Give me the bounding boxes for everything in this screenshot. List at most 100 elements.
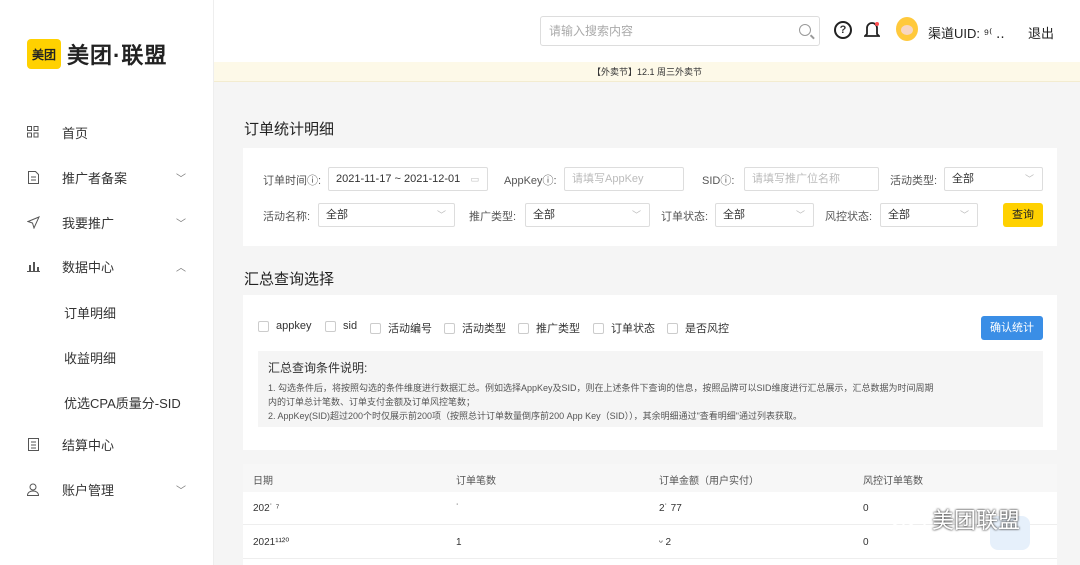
column-header-date: 日期: [253, 476, 273, 487]
checkbox-box[interactable]: [258, 320, 269, 332]
checkbox-appkey[interactable]: appkey: [258, 320, 311, 332]
checkbox-sid[interactable]: sid: [325, 320, 357, 332]
activity-type-value: 全部: [952, 173, 974, 185]
top-header: ? 渠道UID: ⁹⁽ ‥ 退出: [214, 0, 1080, 62]
help-icon[interactable]: ?: [834, 21, 852, 39]
promo-type-value: 全部: [533, 209, 555, 221]
checkbox-box[interactable]: [444, 322, 455, 334]
description-line: 1. 勾选条件后，将按照勾选的条件维度进行数据汇总。例如选择AppKey及SID…: [268, 383, 934, 393]
calendar-icon: ▭: [470, 174, 479, 184]
chevron-down-icon: ﹀: [795, 210, 805, 220]
table-cell: 2˙ 77: [659, 503, 682, 514]
checkbox-label: 活动类型: [462, 323, 506, 335]
checkbox-order-status[interactable]: 订单状态: [593, 320, 655, 336]
promo-type-label: 推广类型:: [469, 211, 517, 223]
sidebar-item-label: 数据中心: [62, 259, 115, 275]
chevron-down-icon: ﹀: [631, 210, 641, 220]
column-header-order-amount: 订单金额（用户实付）: [659, 476, 759, 487]
sidebar-item-promote[interactable]: 我要推广 ﹀: [0, 202, 214, 242]
risk-status-select[interactable]: 全部 ﹀: [880, 203, 978, 227]
checkbox-box[interactable]: [370, 322, 381, 334]
summary-description: 汇总查询条件说明: 1. 勾选条件后，将按照勾选的条件维度进行数据汇总。例如选择…: [258, 351, 1043, 427]
checkbox-box[interactable]: [518, 322, 529, 334]
description-line: 2. AppKey(SID)超过200个时仅展示前200项（按照总计订单数量倒序…: [268, 411, 802, 421]
sidebar: 美团 美团·联盟 首页 推广者备案 ﹀ 我要推广 ﹀ 数据中心 ︿ 订单明细 收…: [0, 0, 214, 565]
risk-status-label: 风控状态:: [825, 211, 873, 223]
order-time-label: 订单时间ⓘ:: [263, 175, 322, 187]
chevron-down-icon: ﹀: [436, 210, 446, 220]
avatar[interactable]: [896, 17, 918, 41]
promo-type-select[interactable]: 全部 ﹀: [525, 203, 650, 227]
user-icon: [26, 482, 40, 496]
sidebar-item-data-center[interactable]: 数据中心 ︿: [0, 246, 214, 286]
activity-name-value: 全部: [326, 209, 348, 221]
order-status-value: 全部: [723, 209, 745, 221]
activity-name-select[interactable]: 全部 ﹀: [318, 203, 455, 227]
checkbox-label: 是否风控: [685, 323, 729, 335]
table-cell: 1: [456, 537, 462, 548]
sidebar-item-label: 账户管理: [62, 482, 115, 498]
logout-link[interactable]: 退出: [1028, 23, 1054, 42]
column-header-order-count: 订单笔数: [456, 476, 496, 487]
page-title: 订单统计明细: [244, 121, 335, 138]
appkey-label: AppKeyⓘ:: [504, 175, 557, 187]
appkey-input[interactable]: 请填写AppKey: [564, 167, 684, 191]
chevron-down-icon: ﹀: [959, 210, 969, 220]
watermark-text: 美团联盟: [932, 508, 1021, 533]
table-cell: 2021¹¹²⁰: [253, 537, 290, 548]
order-status-label: 订单状态:: [661, 211, 709, 223]
query-button[interactable]: 查询: [1003, 203, 1043, 227]
sidebar-subitem-income-detail[interactable]: 收益明细: [64, 348, 116, 367]
channel-uid: 渠道UID: ⁹⁽ ‥: [928, 26, 1005, 41]
sidebar-item-home[interactable]: 首页: [0, 112, 214, 152]
table-cell: 202˙ ⁷: [253, 503, 280, 514]
chevron-down-icon: ﹀: [176, 173, 186, 185]
column-header-risk-count: 风控订单笔数: [863, 476, 923, 487]
sidebar-item-promoter-filing[interactable]: 推广者备案 ﹀: [0, 157, 214, 197]
description-title: 汇总查询条件说明:: [268, 361, 368, 375]
checkbox-label: 推广类型: [536, 323, 580, 335]
checkbox-label: sid: [343, 320, 358, 332]
summary-card-wrap: appkey sid 活动编号 活动类型 推广类型 订单状态 是否风控 确认统计…: [243, 248, 1057, 450]
brand-logo[interactable]: 美团 美团·联盟: [27, 38, 167, 70]
chevron-down-icon: ﹀: [176, 485, 186, 497]
activity-type-select[interactable]: 全部 ﹀: [944, 167, 1043, 191]
search-input[interactable]: [541, 17, 781, 45]
sidebar-item-label: 首页: [62, 125, 89, 141]
sidebar-subitem-cpa-quality[interactable]: 优选CPA质量分-SID: [64, 393, 181, 412]
sidebar-item-settlement[interactable]: 结算中心: [0, 424, 214, 464]
chevron-up-icon: ︿: [176, 262, 186, 274]
notice-banner[interactable]: 【外卖节】12.1 周三外卖节: [214, 62, 1080, 82]
order-time-value: 2021-11-17 ~ 2021-12-01: [336, 173, 461, 185]
checkbox-activity-type[interactable]: 活动类型: [444, 320, 506, 336]
table-cell: ᵕ 2: [659, 537, 672, 548]
sid-label: SIDⓘ:: [702, 175, 735, 187]
sid-input[interactable]: 请填写推广位名称: [744, 167, 879, 191]
risk-status-value: 全部: [888, 209, 910, 221]
bell-icon[interactable]: [862, 20, 882, 40]
logo-badge: 美团: [27, 39, 61, 69]
logo-text: 美团·联盟: [67, 43, 168, 68]
checkbox-promo-type[interactable]: 推广类型: [518, 320, 580, 336]
send-icon: [26, 215, 40, 229]
grid-icon: [26, 125, 40, 139]
search-box[interactable]: [540, 16, 820, 46]
sidebar-item-account[interactable]: 账户管理 ﹀: [0, 469, 214, 509]
checkbox-box[interactable]: [325, 320, 336, 332]
order-time-picker[interactable]: 2021-11-17 ~ 2021-12-01 ▭: [328, 167, 488, 191]
checkbox-risk-control[interactable]: 是否风控: [667, 320, 729, 336]
file-icon: [26, 437, 40, 451]
checkbox-box[interactable]: [593, 322, 604, 334]
order-status-select[interactable]: 全部 ﹀: [715, 203, 814, 227]
wechat-icon: [888, 502, 928, 536]
search-icon[interactable]: [799, 24, 811, 36]
confirm-stats-button[interactable]: 确认统计: [981, 316, 1043, 340]
checkbox-activity-id[interactable]: 活动编号: [370, 320, 432, 336]
checkbox-label: appkey: [276, 320, 312, 332]
sidebar-subitem-order-detail[interactable]: 订单明细: [64, 303, 116, 322]
checkbox-box[interactable]: [667, 322, 678, 334]
table-cell: ˙: [456, 503, 460, 514]
table-header: 日期 订单笔数 订单金额（用户实付） 风控订单笔数: [243, 464, 1057, 492]
chevron-down-icon: ﹀: [1024, 174, 1034, 184]
watermark: 美团联盟: [888, 502, 1020, 536]
